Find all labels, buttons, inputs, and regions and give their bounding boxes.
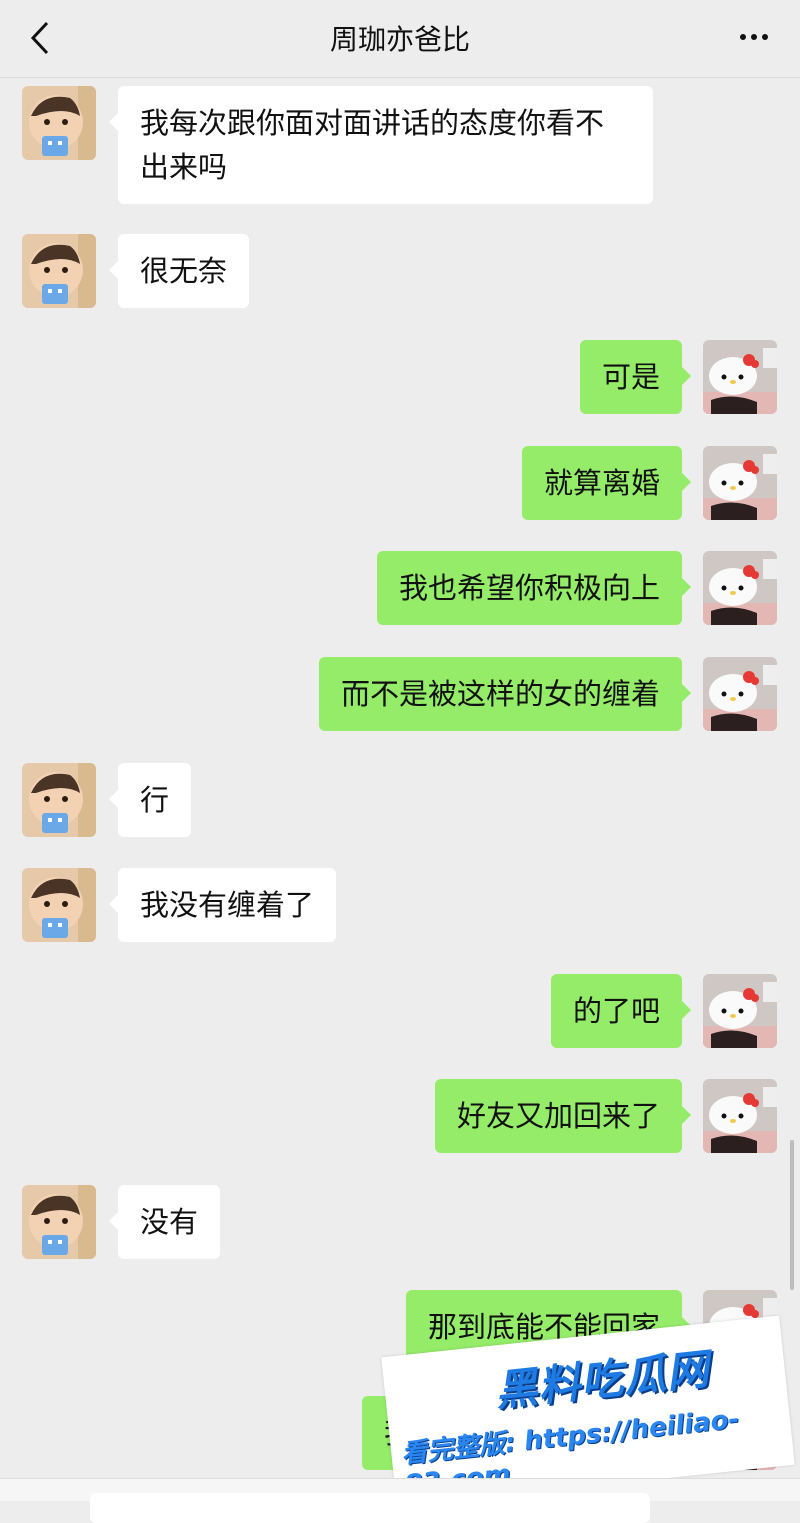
contact-avatar[interactable] (22, 86, 96, 160)
sent-message-bubble[interactable]: 可是 (579, 340, 692, 414)
user-avatar[interactable] (703, 974, 777, 1048)
scrollbar[interactable] (790, 1140, 794, 1290)
sent-message-bubble[interactable]: 的了吧 (550, 974, 692, 1048)
sent-message-bubble[interactable]: 好友又加回来了 (434, 1079, 692, 1153)
received-message-bubble[interactable]: 很无奈 (108, 234, 250, 308)
sent-message-bubble[interactable]: 我也希望你积极向上 (376, 551, 692, 625)
contact-avatar[interactable] (22, 763, 96, 837)
sent-message-bubble[interactable]: 就算离婚 (521, 446, 692, 520)
received-message-bubble[interactable]: 没有 (108, 1185, 221, 1259)
message-input[interactable] (90, 1493, 650, 1523)
chat-title: 周珈亦爸比 (329, 23, 470, 56)
user-avatar[interactable] (703, 446, 777, 520)
received-message-bubble[interactable]: 我没有缠着了 (108, 868, 337, 942)
user-avatar[interactable] (703, 1079, 777, 1153)
contact-avatar[interactable] (22, 1185, 96, 1259)
input-bar (0, 1478, 800, 1523)
user-avatar[interactable] (703, 657, 777, 731)
message-list[interactable]: 我每次跟你面对面讲话的态度你看不 出来吗 很无奈 可是 就算离婚 我也希望你积极… (0, 78, 800, 1478)
user-avatar[interactable] (703, 340, 777, 414)
user-avatar[interactable] (703, 551, 777, 625)
sent-message-bubble[interactable]: 而不是被这样的女的缠着 (318, 657, 692, 731)
contact-avatar[interactable] (22, 234, 96, 308)
chat-header: 周珈亦爸比 (0, 0, 800, 78)
more-options-icon[interactable] (734, 22, 774, 52)
received-message-bubble[interactable]: 我每次跟你面对面讲话的态度你看不 出来吗 (109, 86, 653, 204)
received-message-bubble[interactable]: 行 (108, 763, 192, 837)
contact-avatar[interactable] (22, 868, 96, 942)
